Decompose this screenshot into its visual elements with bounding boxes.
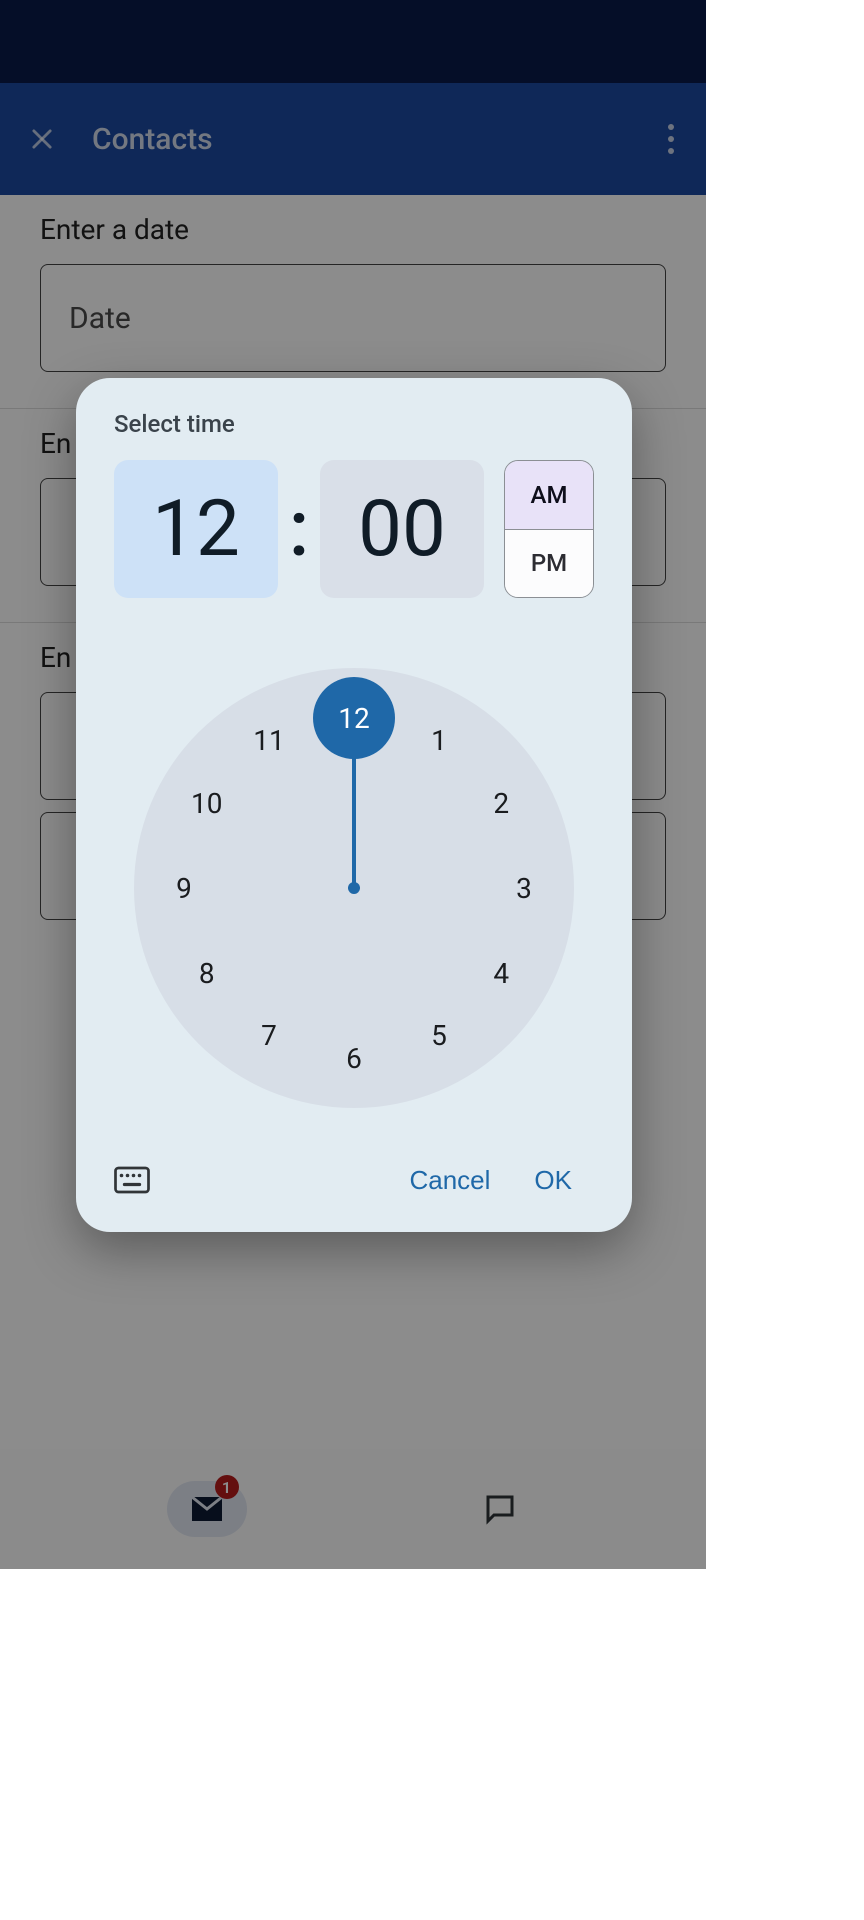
time-display-row: 12 : 00 AM PM	[114, 460, 594, 598]
time-picker-dialog: Select time 12 : 00 AM PM 12123456789101…	[76, 378, 632, 1232]
ampm-toggle: AM PM	[504, 460, 594, 598]
clock-number[interactable]: 2	[477, 779, 525, 827]
ok-button[interactable]: OK	[512, 1157, 594, 1204]
keyboard-input-button[interactable]	[114, 1166, 150, 1194]
clock-center	[348, 882, 360, 894]
dialog-title: Select time	[114, 410, 594, 438]
clock-number[interactable]: 7	[245, 1011, 293, 1059]
clock-number[interactable]: 8	[183, 949, 231, 997]
clock-number[interactable]: 3	[500, 864, 548, 912]
cancel-button[interactable]: Cancel	[387, 1157, 512, 1204]
clock-number[interactable]: 4	[477, 949, 525, 997]
hour-display[interactable]: 12	[114, 460, 278, 598]
clock-number[interactable]: 1	[415, 717, 463, 765]
clock-number[interactable]: 6	[330, 1034, 378, 1082]
dialog-actions: Cancel OK	[114, 1152, 594, 1208]
pm-button[interactable]: PM	[505, 530, 593, 598]
am-button[interactable]: AM	[505, 461, 593, 530]
clock-number[interactable]: 11	[245, 717, 293, 765]
clock-number[interactable]: 10	[183, 779, 231, 827]
clock-number[interactable]: 9	[160, 864, 208, 912]
clock-number[interactable]: 5	[415, 1011, 463, 1059]
keyboard-icon	[114, 1166, 150, 1194]
time-colon: :	[278, 484, 320, 575]
clock-face[interactable]: 12 12 3 45678 9 10 11	[134, 668, 574, 1108]
minute-display[interactable]: 00	[320, 460, 484, 598]
clock-number-selected[interactable]: 12	[313, 677, 395, 759]
